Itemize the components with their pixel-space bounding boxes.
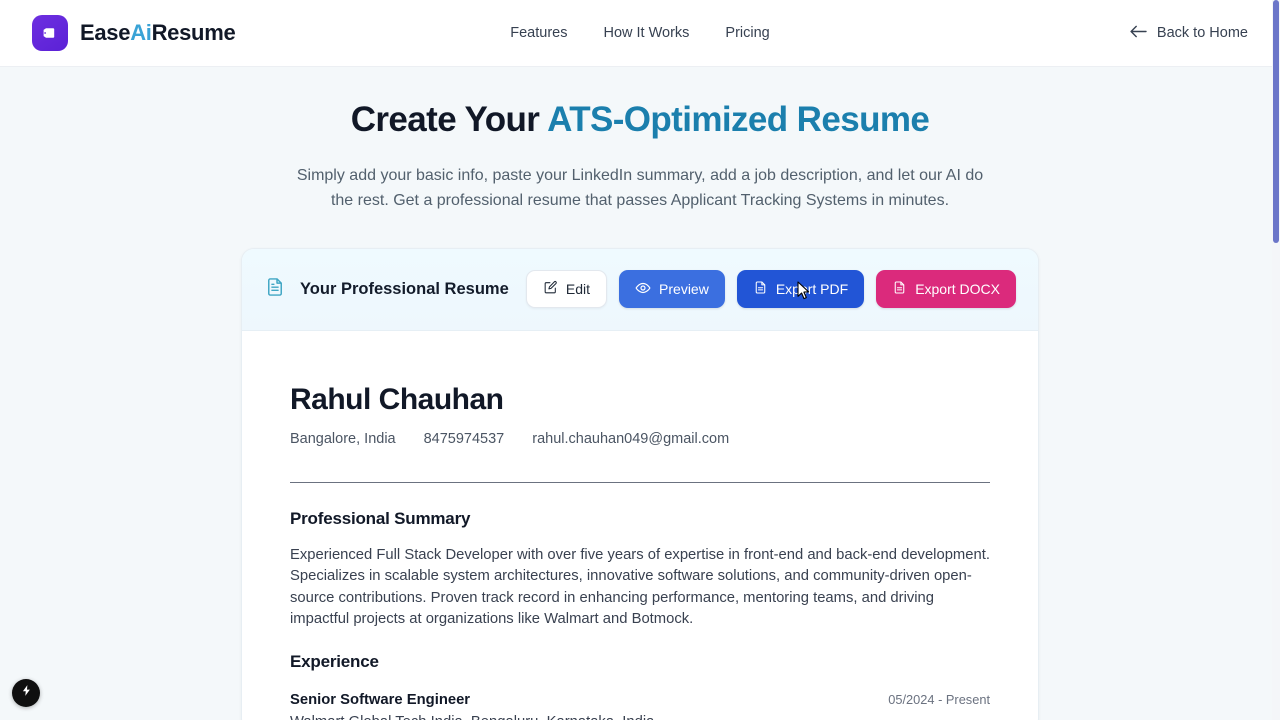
file-icon [892, 280, 907, 298]
resume-card-header: Your Professional Resume Edit Preview Ex… [242, 248, 1038, 331]
file-icon [753, 280, 768, 298]
back-to-home-label: Back to Home [1156, 25, 1248, 41]
resume-summary-text: Experienced Full Stack Developer with ov… [290, 546, 990, 628]
resume-card-actions: Edit Preview Export PDF Export DOCX [525, 270, 1016, 308]
preview-button-label: Preview [659, 281, 709, 297]
page-scrollbar[interactable] [1272, 0, 1280, 720]
file-text-icon [264, 276, 286, 303]
page-title: Create Your ATS-Optimized Resume [0, 97, 1280, 143]
lightning-bolt-icon [20, 684, 33, 702]
resume-contact-line: Bangalore, India 8475974537 rahul.chauha… [290, 431, 990, 447]
brand-name-part1: Ease [80, 20, 131, 45]
brand-name: EaseAiResume [80, 20, 236, 46]
section-title-summary: Professional Summary [290, 508, 471, 528]
resume-location: Bangalore, India [290, 430, 396, 447]
resume-document: Rahul Chauhan Bangalore, India 847597453… [242, 331, 1038, 720]
experience-role: Senior Software Engineer [290, 691, 471, 708]
arrow-left-icon [1130, 25, 1147, 42]
resume-card-title: Your Professional Resume [300, 279, 509, 298]
experience-dates: 05/2024 - Present [888, 691, 990, 707]
top-navbar: EaseAiResume Features How It Works Prici… [0, 0, 1280, 67]
page-subtitle: Simply add your basic info, paste your L… [296, 166, 984, 209]
resume-phone: 8475974537 [423, 430, 505, 447]
resume-email: rahul.chauhan049@gmail.com [532, 430, 730, 447]
page-viewport: EaseAiResume Features How It Works Prici… [0, 0, 1280, 720]
page-title-highlight: ATS-Optimized Resume [547, 100, 930, 139]
nav-links: Features How It Works Pricing [510, 25, 770, 41]
pencil-square-icon [543, 280, 558, 298]
edit-button[interactable]: Edit [525, 270, 608, 308]
lightning-fab-button[interactable] [12, 679, 40, 707]
resume-card: Your Professional Resume Edit Preview Ex… [241, 247, 1039, 720]
edit-button-label: Edit [565, 281, 591, 297]
brand-logo-link[interactable]: EaseAiResume [32, 15, 236, 51]
brand-name-part2: Resume [151, 20, 236, 45]
experience-company: Walmart Global Tech India, Bengaluru, Ka… [290, 714, 990, 720]
export-pdf-button[interactable]: Export PDF [736, 270, 865, 308]
back-to-home-button[interactable]: Back to Home [1130, 25, 1248, 42]
eye-icon [635, 280, 651, 299]
preview-button[interactable]: Preview [619, 270, 725, 308]
hero-section: Create Your ATS-Optimized Resume Simply … [0, 67, 1280, 213]
export-pdf-button-label: Export PDF [775, 281, 849, 297]
resume-divider [290, 481, 990, 483]
resume-candidate-name: Rahul Chauhan [290, 382, 504, 416]
nav-link-pricing[interactable]: Pricing [725, 25, 769, 41]
page-title-plain: Create Your [350, 100, 548, 139]
export-docx-button-label: Export DOCX [915, 281, 1000, 297]
nav-link-how-it-works[interactable]: How It Works [603, 25, 689, 41]
page-scrollbar-thumb[interactable] [1273, 0, 1279, 243]
document-card-icon [32, 15, 68, 51]
section-title-experience: Experience [290, 651, 379, 671]
brand-name-accent: Ai [130, 20, 152, 45]
nav-link-features[interactable]: Features [510, 25, 567, 41]
nav-right: Back to Home [1130, 25, 1248, 42]
experience-item: Senior Software Engineer 05/2024 - Prese… [290, 692, 990, 720]
export-docx-button[interactable]: Export DOCX [876, 270, 1016, 308]
